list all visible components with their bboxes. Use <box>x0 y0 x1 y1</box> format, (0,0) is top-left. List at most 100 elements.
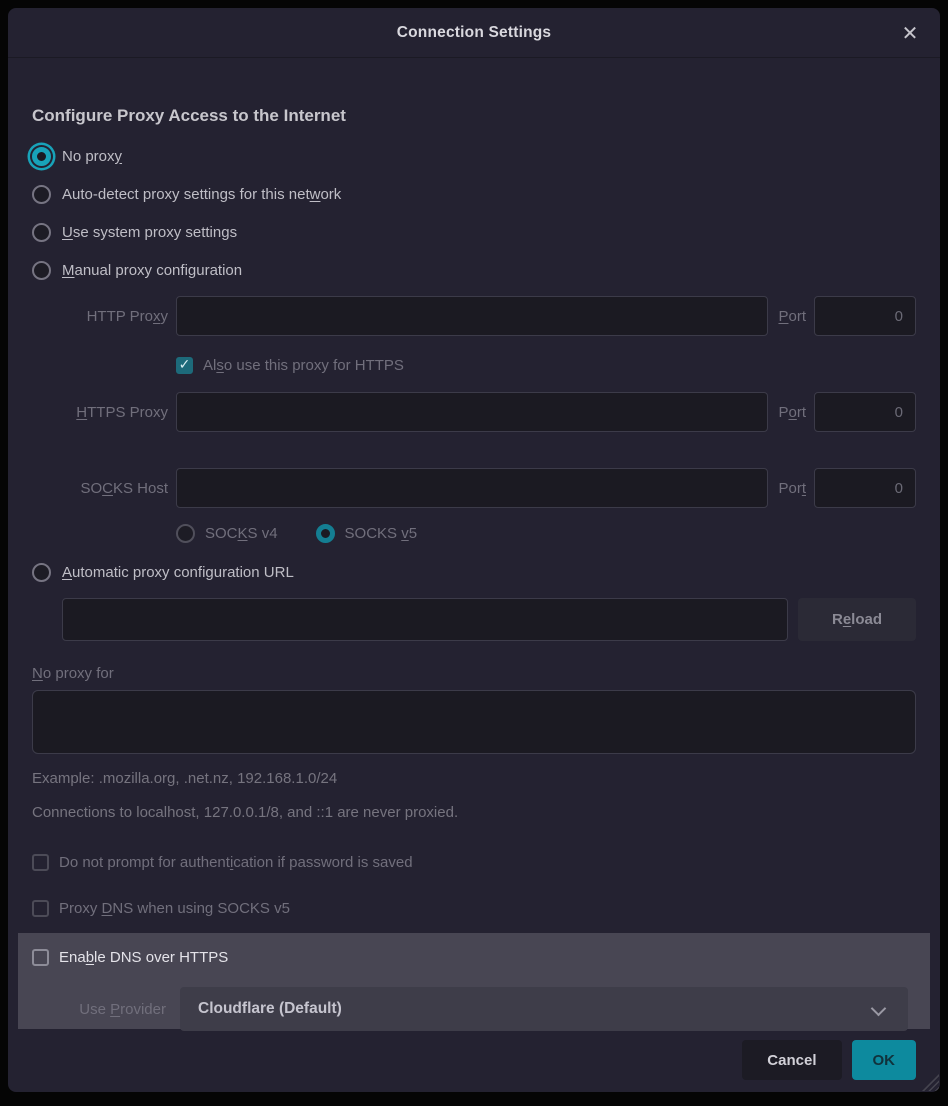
label-post: o use this proxy for HTTPS <box>224 357 404 374</box>
label-accesskey: K <box>238 525 248 542</box>
label-pre: SOCKS <box>345 525 402 542</box>
label-post: rovider <box>120 1001 166 1018</box>
cancel-button[interactable]: Cancel <box>742 1040 841 1080</box>
dialog-titlebar: Connection Settings ✕ <box>8 8 940 58</box>
chevron-down-icon <box>871 1001 887 1017</box>
radio-system-proxy[interactable] <box>32 223 51 242</box>
autoconfig-url-input[interactable] <box>62 598 788 641</box>
proxy-dns-row[interactable]: Proxy DNS when using SOCKS v5 <box>32 897 916 919</box>
label-post: anual proxy configuration <box>75 262 243 279</box>
close-icon: ✕ <box>902 21 919 46</box>
dialog-title: Connection Settings <box>397 24 552 42</box>
radio-socks-v5[interactable] <box>316 524 335 543</box>
autoconfig-url-row: Reload <box>62 598 916 641</box>
label-accesskey: M <box>62 262 75 279</box>
label-post: ork <box>320 186 341 203</box>
label-post: NS when using SOCKS v5 <box>112 900 290 917</box>
dialog-footer: Cancel OK <box>32 1040 916 1080</box>
http-port-input[interactable] <box>814 296 916 336</box>
radio-auto-detect-label: Auto-detect proxy settings for this netw… <box>62 186 341 203</box>
label-accesskey: x <box>153 308 161 325</box>
label-pre: Al <box>203 357 216 374</box>
http-proxy-row: HTTP Proxy Port <box>32 296 916 336</box>
radio-autoconfig[interactable] <box>32 563 51 582</box>
label-accesskey: o <box>788 404 796 421</box>
label-post: 5 <box>409 525 417 542</box>
radio-system-proxy-label: Use system proxy settings <box>62 224 237 241</box>
enable-doh-label: Enable DNS over HTTPS <box>59 949 228 966</box>
label-pre: Use <box>79 1001 110 1018</box>
enable-doh-checkbox[interactable] <box>32 949 49 966</box>
label-post: cation if password is saved <box>233 854 412 871</box>
radio-manual-proxy-label: Manual proxy configuration <box>62 262 242 279</box>
socks-host-input[interactable] <box>176 468 768 508</box>
label-pre: Por <box>778 480 801 497</box>
radio-auto-detect[interactable] <box>32 185 51 204</box>
label-accesskey: w <box>310 186 321 203</box>
ok-button[interactable]: OK <box>852 1040 917 1080</box>
radio-row-auto-detect[interactable]: Auto-detect proxy settings for this netw… <box>32 182 916 206</box>
http-proxy-input[interactable] <box>176 296 768 336</box>
socks-version-row: SOCKS v4 SOCKS v5 <box>176 522 916 544</box>
radio-no-proxy-label: No proxy <box>62 148 122 165</box>
label-pre: SOC <box>205 525 238 542</box>
radio-row-no-proxy[interactable]: No proxy <box>32 144 916 168</box>
label-pre: Proxy <box>59 900 102 917</box>
no-prompt-auth-row[interactable]: Do not prompt for authentication if pass… <box>32 851 916 873</box>
doh-provider-label: Use Provider <box>46 1001 166 1018</box>
no-prompt-auth-label: Do not prompt for authentication if pass… <box>59 854 413 871</box>
https-proxy-input[interactable] <box>176 392 768 432</box>
label-pre: SO <box>80 480 102 497</box>
label-pre: R <box>832 611 843 628</box>
radio-no-proxy[interactable] <box>32 147 51 166</box>
radio-socks-v4[interactable] <box>176 524 195 543</box>
https-port-input[interactable] <box>814 392 916 432</box>
proxy-dns-label: Proxy DNS when using SOCKS v5 <box>59 900 290 917</box>
proxy-dns-checkbox[interactable] <box>32 900 49 917</box>
label-accesskey: H <box>76 404 87 421</box>
also-https-row[interactable]: ✓ Also use this proxy for HTTPS <box>176 354 916 376</box>
http-port-label: Port <box>778 308 806 325</box>
label-post: y <box>161 308 169 325</box>
label-accesskey: N <box>32 665 43 682</box>
http-proxy-label: HTTP Proxy <box>32 308 168 325</box>
close-button[interactable]: ✕ <box>896 19 924 47</box>
label-accesskey: b <box>86 949 94 966</box>
dns-over-https-panel: Enable DNS over HTTPS Use Provider Cloud… <box>18 933 930 1029</box>
label-accesskey: C <box>102 480 113 497</box>
socks-port-input[interactable] <box>814 468 916 508</box>
label-pre: Auto-detect proxy settings for this net <box>62 186 310 203</box>
label-accesskey: e <box>843 611 851 628</box>
label-post: o proxy for <box>43 665 114 682</box>
radio-row-autoconfig[interactable]: Automatic proxy configuration URL <box>32 560 916 584</box>
label-post: rt <box>797 404 806 421</box>
label-accesskey: y <box>115 148 123 165</box>
label-pre: HTTP Pro <box>87 308 153 325</box>
radio-socks-v5-label: SOCKS v5 <box>345 525 418 542</box>
radio-row-manual-proxy[interactable]: Manual proxy configuration <box>32 258 916 282</box>
label-accesskey: P <box>110 1001 120 1018</box>
socks-host-label: SOCKS Host <box>32 480 168 497</box>
no-prompt-auth-checkbox[interactable] <box>32 854 49 871</box>
radio-manual-proxy[interactable] <box>32 261 51 280</box>
label-post: TTPS Proxy <box>87 404 168 421</box>
doh-provider-dropdown[interactable]: Cloudflare (Default) <box>180 987 908 1031</box>
label-post: se system proxy settings <box>73 224 237 241</box>
no-proxy-for-textarea[interactable] <box>32 690 916 754</box>
label-post: KS Host <box>113 480 168 497</box>
label-pre: P <box>778 404 788 421</box>
https-proxy-row: HTTPS Proxy Port <box>32 392 916 432</box>
reload-button[interactable]: Reload <box>798 598 916 641</box>
enable-doh-row[interactable]: Enable DNS over HTTPS <box>32 946 916 968</box>
socks-port-label: Port <box>778 480 806 497</box>
label-post: ort <box>788 308 806 325</box>
label-pre: No prox <box>62 148 115 165</box>
checkmark-icon: ✓ <box>178 357 191 370</box>
also-https-checkbox[interactable]: ✓ <box>176 357 193 374</box>
label-accesskey: P <box>778 308 788 325</box>
radio-row-system-proxy[interactable]: Use system proxy settings <box>32 220 916 244</box>
label-accesskey: s <box>216 357 224 374</box>
radio-autoconfig-label: Automatic proxy configuration URL <box>62 564 294 581</box>
radio-socks-v4-label: SOCKS v4 <box>205 525 278 542</box>
doh-provider-selected-value: Cloudflare (Default) <box>198 1000 342 1018</box>
